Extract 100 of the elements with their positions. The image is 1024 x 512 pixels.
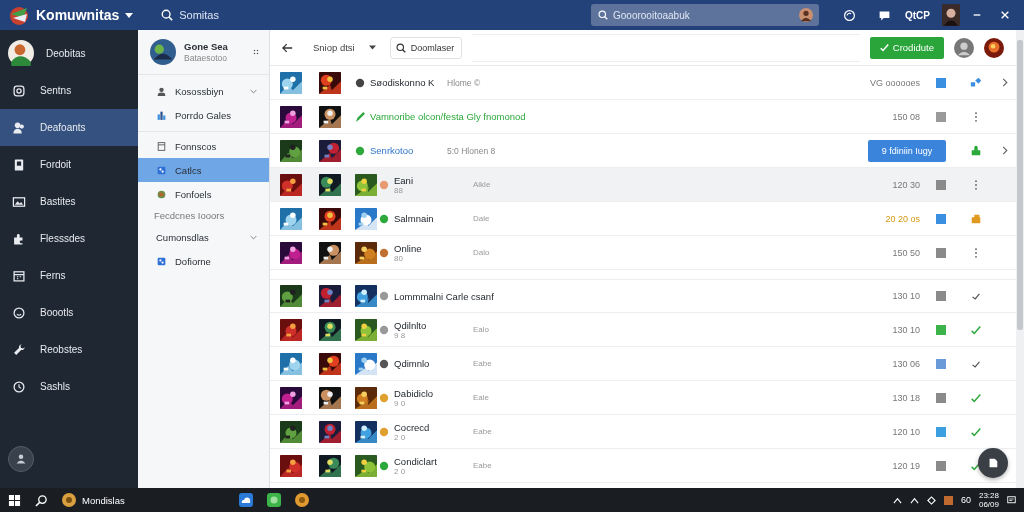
search-icon[interactable] [35, 493, 48, 507]
panel-item[interactable]: Catlcs [138, 158, 269, 182]
status-icon [379, 459, 389, 472]
row-button[interactable]: 9 fdiniin Iugy [868, 139, 946, 162]
row-subtitle: 80 [394, 253, 404, 263]
windows-icon[interactable] [8, 493, 21, 507]
avatar-icon [8, 40, 34, 66]
row-tag: Eabe [473, 461, 492, 470]
row-tag: Dale [473, 214, 490, 223]
search-icon[interactable] [161, 9, 174, 21]
network-icon[interactable] [926, 495, 936, 505]
logo-icon [8, 4, 30, 26]
search-field[interactable]: Gooorooitoaabuk [591, 4, 819, 26]
check-icon[interactable] [970, 425, 982, 438]
search-icon [395, 42, 406, 53]
puzzle-icon[interactable] [970, 144, 982, 157]
list-row[interactable]: Qdimnlo Eabe 130 06 [270, 347, 1016, 381]
row-title: Qdilnlto [394, 319, 428, 331]
panel-item[interactable]: Fonfoels [138, 182, 269, 206]
notification-icon[interactable] [1007, 495, 1016, 505]
sidebar-item[interactable]: Bastites [0, 183, 138, 220]
row-tag: Eale [473, 393, 489, 402]
pencil-icon [355, 110, 365, 123]
list-row[interactable]: Online 80 Dalo 150 50 [270, 236, 1016, 270]
sidebar-item[interactable]: Boootls [0, 294, 138, 331]
sidebar-item[interactable]: Deobitas [0, 34, 138, 72]
list-row[interactable]: Dabidiclo 9 0 Eale 130 18 [270, 381, 1016, 415]
list-row[interactable]: Vamnoribe olcon/festa Gly fnomonod 150 08 [270, 100, 1016, 134]
cloud-icon[interactable] [238, 493, 253, 507]
tile-icon [156, 255, 167, 267]
sidebar-item[interactable]: Flesssdes [0, 220, 138, 257]
row-title: Dabidiclo [394, 387, 435, 399]
more-icon[interactable] [253, 49, 259, 55]
image-icon [12, 194, 26, 209]
app-icon[interactable] [943, 495, 953, 505]
link-icon[interactable] [970, 76, 982, 89]
row-title: Eani [394, 174, 414, 186]
status-icon [379, 391, 389, 404]
row-time: 130 10 [891, 291, 920, 301]
refresh-icon[interactable] [843, 8, 856, 22]
list-row[interactable]: Eani 88 Aikle 120 30 [270, 168, 1016, 202]
section-heading: Fecdcnes Iooors [153, 209, 226, 223]
panel-item[interactable]: Fonnscos [138, 134, 269, 158]
row-meta: Hlome © [447, 77, 481, 88]
filter-dropdown[interactable]: Sniop dtsi [309, 42, 380, 53]
chevron-icon[interactable] [1002, 78, 1008, 87]
coin-icon[interactable] [294, 493, 309, 507]
row-subtitle: 2 0 [394, 466, 407, 476]
row-title: Online [394, 242, 423, 254]
taskbar-app[interactable]: Mondislas [62, 493, 125, 507]
floating-action-button[interactable] [978, 448, 1008, 478]
account-button[interactable] [8, 446, 34, 472]
chat-icon[interactable] [878, 8, 891, 22]
sidebar-item[interactable]: Fordoit [0, 146, 138, 183]
document-icon [987, 457, 999, 469]
caret-icon[interactable] [125, 12, 134, 18]
check-icon[interactable] [970, 323, 982, 336]
sidebar-item[interactable]: Deafoants [0, 109, 138, 146]
avatar-icon[interactable] [984, 37, 1004, 58]
avatar-icon[interactable] [954, 37, 974, 58]
tray-label: 60 [960, 495, 971, 505]
chat-icon[interactable] [266, 493, 281, 507]
panel-item[interactable]: Cumonsdlas [138, 225, 269, 249]
row-subtitle: 88 [394, 185, 404, 195]
close-icon[interactable] [1000, 10, 1010, 20]
status-icon [379, 246, 389, 259]
caret-icon [368, 45, 376, 50]
list-row[interactable]: Søodiskonno K Hlome © VG oooooes [270, 66, 1016, 100]
group-title: Gone Sea [184, 41, 229, 52]
status-icon [379, 425, 389, 438]
row-time: 130 06 [891, 358, 920, 369]
check-icon[interactable] [970, 391, 982, 404]
list-row[interactable]: Qdilnlto 9 8 Ealo 130 10 [270, 313, 1016, 347]
check-icon [879, 43, 889, 52]
avatar-icon [150, 39, 176, 65]
sidebar-item[interactable]: Sentns [0, 72, 138, 109]
list-row[interactable]: Lommmalni Carle csanf 130 10 [270, 279, 1016, 313]
sidebar-item[interactable]: Ferns [0, 257, 138, 294]
document-icon [156, 140, 167, 152]
list-row[interactable]: Cocrecd 2 0 Eabe 120 10 [270, 415, 1016, 449]
row-subtitle: 2 0 [394, 432, 407, 442]
app-title[interactable]: Komuwnitas [36, 7, 120, 23]
person-icon [15, 453, 27, 465]
scrollbar[interactable] [1016, 30, 1024, 488]
sidebar-item[interactable]: Reobstes [0, 331, 138, 368]
list-row[interactable]: Salmnain Dale 20 20 os [270, 202, 1016, 236]
user-label[interactable]: QtCP [905, 9, 930, 21]
back-icon[interactable] [282, 42, 293, 53]
globe-icon [156, 188, 167, 200]
row-subtitle: 9 8 [394, 330, 406, 340]
panel-item[interactable]: Dofiorne [138, 249, 269, 273]
search-field[interactable]: Doomlaser [389, 36, 462, 59]
avatar-icon[interactable] [942, 4, 960, 26]
search-label[interactable]: Somitas [179, 9, 219, 21]
row-title: Lommmalni Carle csanf [394, 290, 494, 302]
chevron-icon[interactable] [1002, 146, 1008, 155]
sidebar-item[interactable]: Sashls [0, 368, 138, 405]
row-time: 130 10 [891, 324, 920, 335]
panel-item[interactable]: Porrdo Gales [138, 103, 269, 127]
panel-item[interactable]: Kosossbiyn [138, 79, 269, 103]
